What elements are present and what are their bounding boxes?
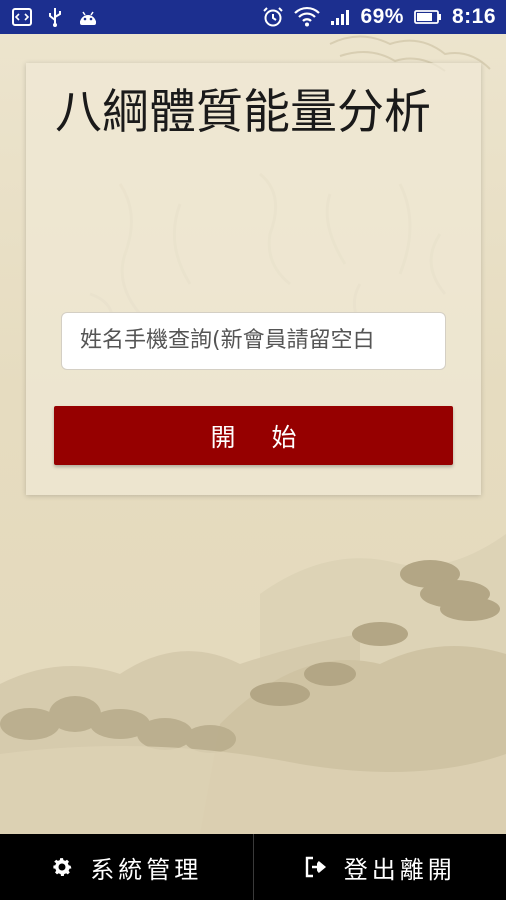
- clock: 8:16: [451, 5, 496, 28]
- battery-percent: 69%: [360, 5, 404, 28]
- android-icon: [78, 8, 98, 26]
- system-admin-label: 系統管理: [90, 855, 203, 884]
- alarm-clock-icon: [262, 6, 284, 28]
- signal-icon: [330, 8, 350, 26]
- page-title: 八綱體質能量分析: [55, 85, 431, 140]
- battery-icon: [414, 9, 442, 25]
- usb-icon: [48, 7, 62, 27]
- system-admin-button[interactable]: 系統管理: [0, 834, 253, 900]
- wifi-icon: [294, 6, 321, 28]
- status-bar: 69% 8:16: [0, 0, 506, 34]
- gear-icon: [50, 855, 74, 879]
- logout-label: 登出離開: [343, 855, 456, 884]
- code-icon: [12, 8, 32, 26]
- bottom-nav: 系統管理 登出離開: [0, 834, 506, 900]
- status-bar-notifications: [12, 7, 98, 27]
- start-button[interactable]: 開 始: [54, 406, 453, 465]
- status-bar-system: 69% 8:16: [262, 5, 496, 29]
- sign-out-icon: [304, 856, 328, 878]
- member-search-input[interactable]: 姓名手機查詢(新會員請留空白: [61, 312, 446, 370]
- logout-button[interactable]: 登出離開: [254, 834, 506, 900]
